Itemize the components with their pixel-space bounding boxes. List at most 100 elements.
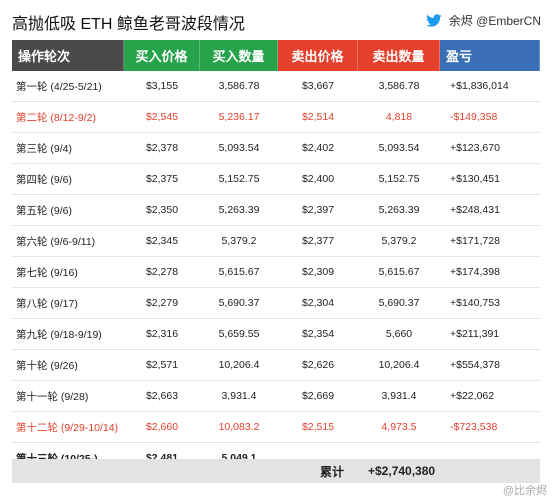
cell-sell-price: $2,304 bbox=[301, 297, 335, 309]
total-row: 累计 +$2,740,380 bbox=[12, 459, 540, 483]
cell-round: 第三轮 (9/4) bbox=[16, 142, 73, 155]
page-title: 高抛低吸 ETH 鲸鱼老哥波段情况 bbox=[12, 16, 245, 33]
cell-sell-qty: 4,973.5 bbox=[381, 421, 417, 433]
cell-round: 第二轮 (8/12-9/2) bbox=[16, 111, 96, 124]
total-value: +$2,740,380 bbox=[368, 464, 436, 478]
col-buy-price: 买入价格 bbox=[124, 40, 200, 71]
cell-sell-price: $3,667 bbox=[301, 80, 335, 92]
cell-pnl: +$211,391 bbox=[450, 328, 500, 340]
cell-sell-qty: 5,093.54 bbox=[378, 142, 420, 154]
cell-buy-price: $2,660 bbox=[145, 421, 179, 433]
table-header: 操作轮次 买入价格 买入数量 卖出价格 卖出数量 盈亏 bbox=[12, 40, 540, 71]
cell-buy-qty: 5,615.67 bbox=[218, 266, 260, 278]
header: 高抛低吸 ETH 鲸鱼老哥波段情况 余烬 @EmberCN bbox=[0, 0, 553, 40]
watermark: @比余烬 bbox=[502, 485, 547, 497]
cell-buy-price: $2,375 bbox=[145, 173, 179, 185]
cell-sell-price: $2,377 bbox=[301, 235, 335, 247]
col-round: 操作轮次 bbox=[12, 40, 124, 71]
table-row: 第七轮 (9/16) $2,278 5,615.67 $2,309 5,615.67 +$… bbox=[12, 257, 540, 288]
cell-sell-price: $2,354 bbox=[301, 328, 335, 340]
cell-buy-qty: 5,379.2 bbox=[221, 235, 257, 247]
cell-buy-price: $2,571 bbox=[145, 359, 179, 371]
cell-buy-price: $2,278 bbox=[145, 266, 179, 278]
cell-buy-qty: 5,152.75 bbox=[218, 173, 260, 185]
twitter-bird-icon bbox=[426, 13, 442, 27]
cell-sell-qty: 10,206.4 bbox=[378, 359, 420, 371]
handle-text: 余烬 @EmberCN bbox=[448, 14, 541, 28]
cell-round: 第九轮 (9/18-9/19) bbox=[16, 328, 102, 341]
cell-round: 第十一轮 (9/28) bbox=[16, 390, 89, 403]
cell-pnl: +$130,451 bbox=[450, 173, 500, 185]
cell-buy-qty: 10,083.2 bbox=[218, 421, 260, 433]
col-buy-qty: 买入数量 bbox=[200, 40, 278, 71]
cell-sell-qty: 3,931.4 bbox=[381, 390, 417, 402]
table-row: 第九轮 (9/18-9/19) $2,316 5,659.55 $2,354 5,660… bbox=[12, 319, 540, 350]
cell-sell-qty: 5,379.2 bbox=[381, 235, 417, 247]
cell-sell-qty: 3,586.78 bbox=[378, 80, 420, 92]
cell-sell-qty: 5,263.39 bbox=[378, 204, 420, 216]
table-row: 第三轮 (9/4) $2,378 5,093.54 $2,402 5,093.54 +$1… bbox=[12, 133, 540, 164]
table-row: 第四轮 (9/6) $2,375 5,152.75 $2,400 5,152.75 +$1… bbox=[12, 164, 540, 195]
cell-buy-qty: 5,236.17 bbox=[218, 111, 260, 123]
cell-buy-qty: 3,586.78 bbox=[218, 80, 260, 92]
cell-pnl: -$723,538 bbox=[450, 421, 498, 433]
cell-buy-price: $3,155 bbox=[145, 80, 179, 92]
author-handle[interactable]: 余烬 @EmberCN bbox=[425, 12, 541, 29]
cell-buy-price: $2,279 bbox=[145, 297, 179, 309]
table-row: 第八轮 (9/17) $2,279 5,690.37 $2,304 5,690.37 +$… bbox=[12, 288, 540, 319]
cell-round: 第四轮 (9/6) bbox=[16, 173, 73, 186]
table-row: 第一轮 (4/25-5/21) $3,155 3,586.78 $3,667 3,586… bbox=[12, 71, 540, 102]
cell-buy-qty: 3,931.4 bbox=[221, 390, 257, 402]
cell-round: 第六轮 (9/6-9/11) bbox=[16, 235, 96, 248]
table-row: 第二轮 (8/12-9/2) $2,545 5,236.17 $2,514 4,818 -… bbox=[12, 102, 540, 133]
cell-sell-qty: 5,615.67 bbox=[378, 266, 420, 278]
pnl-table: 操作轮次 买入价格 买入数量 卖出价格 卖出数量 盈亏 第一轮 (4/25-5/… bbox=[12, 40, 540, 474]
cell-buy-price: $2,378 bbox=[145, 142, 179, 154]
cell-buy-qty: 5,659.55 bbox=[218, 328, 260, 340]
cell-round: 第八轮 (9/17) bbox=[16, 297, 78, 310]
cell-pnl: +$248,431 bbox=[450, 204, 500, 216]
cell-sell-price: $2,669 bbox=[301, 390, 335, 402]
cell-pnl: +$140,753 bbox=[450, 297, 500, 309]
cell-buy-price: $2,350 bbox=[145, 204, 179, 216]
cell-sell-price: $2,402 bbox=[301, 142, 335, 154]
table-row: 第六轮 (9/6-9/11) $2,345 5,379.2 $2,377 5,379.2… bbox=[12, 226, 540, 257]
col-pnl: 盈亏 bbox=[440, 40, 540, 71]
cell-pnl: +$123,670 bbox=[450, 142, 500, 154]
cell-round: 第五轮 (9/6) bbox=[16, 204, 73, 217]
cell-buy-qty: 5,263.39 bbox=[218, 204, 260, 216]
cell-round: 第十二轮 (9/29-10/14) bbox=[16, 421, 119, 434]
col-sell-qty: 卖出数量 bbox=[358, 40, 440, 71]
cell-sell-price: $2,626 bbox=[301, 359, 335, 371]
cell-pnl: +$171,728 bbox=[450, 235, 500, 247]
cell-buy-qty: 5,093.54 bbox=[218, 142, 260, 154]
table-body: 第一轮 (4/25-5/21) $3,155 3,586.78 $3,667 3,586… bbox=[12, 71, 540, 474]
cell-round: 第七轮 (9/16) bbox=[16, 266, 78, 279]
cell-sell-qty: 5,690.37 bbox=[378, 297, 420, 309]
cell-sell-price: $2,400 bbox=[301, 173, 335, 185]
total-label: 累计 bbox=[319, 464, 344, 479]
cell-pnl: +$554,378 bbox=[450, 359, 500, 371]
col-sell-price: 卖出价格 bbox=[278, 40, 358, 71]
cell-pnl: -$149,358 bbox=[450, 111, 498, 123]
table-row: 第十轮 (9/26) $2,571 10,206.4 $2,626 10,206.4 +$… bbox=[12, 350, 540, 381]
cell-buy-price: $2,345 bbox=[145, 235, 179, 247]
cell-round: 第一轮 (4/25-5/21) bbox=[16, 80, 102, 93]
table-row: 第十一轮 (9/28) $2,663 3,931.4 $2,669 3,931.4 +$2… bbox=[12, 381, 540, 412]
cell-sell-qty: 4,818 bbox=[385, 111, 413, 123]
cell-buy-price: $2,316 bbox=[145, 328, 179, 340]
cell-sell-qty: 5,660 bbox=[385, 328, 413, 340]
cell-sell-price: $2,514 bbox=[301, 111, 335, 123]
cell-round: 第十轮 (9/26) bbox=[16, 359, 78, 372]
cell-buy-qty: 10,206.4 bbox=[218, 359, 260, 371]
table-row: 第五轮 (9/6) $2,350 5,263.39 $2,397 5,263.39 +$2… bbox=[12, 195, 540, 226]
cell-sell-price: $2,515 bbox=[301, 421, 335, 433]
cell-sell-price: $2,397 bbox=[301, 204, 335, 216]
cell-buy-qty: 5,690.37 bbox=[218, 297, 260, 309]
cell-sell-price: $2,309 bbox=[301, 266, 335, 278]
cell-buy-price: $2,663 bbox=[145, 390, 179, 402]
table-row: 第十二轮 (9/29-10/14) $2,660 10,083.2 $2,515 4,9… bbox=[12, 412, 540, 443]
cell-buy-price: $2,545 bbox=[145, 111, 179, 123]
cell-sell-qty: 5,152.75 bbox=[378, 173, 420, 185]
cell-pnl: +$1,836,014 bbox=[450, 80, 509, 92]
